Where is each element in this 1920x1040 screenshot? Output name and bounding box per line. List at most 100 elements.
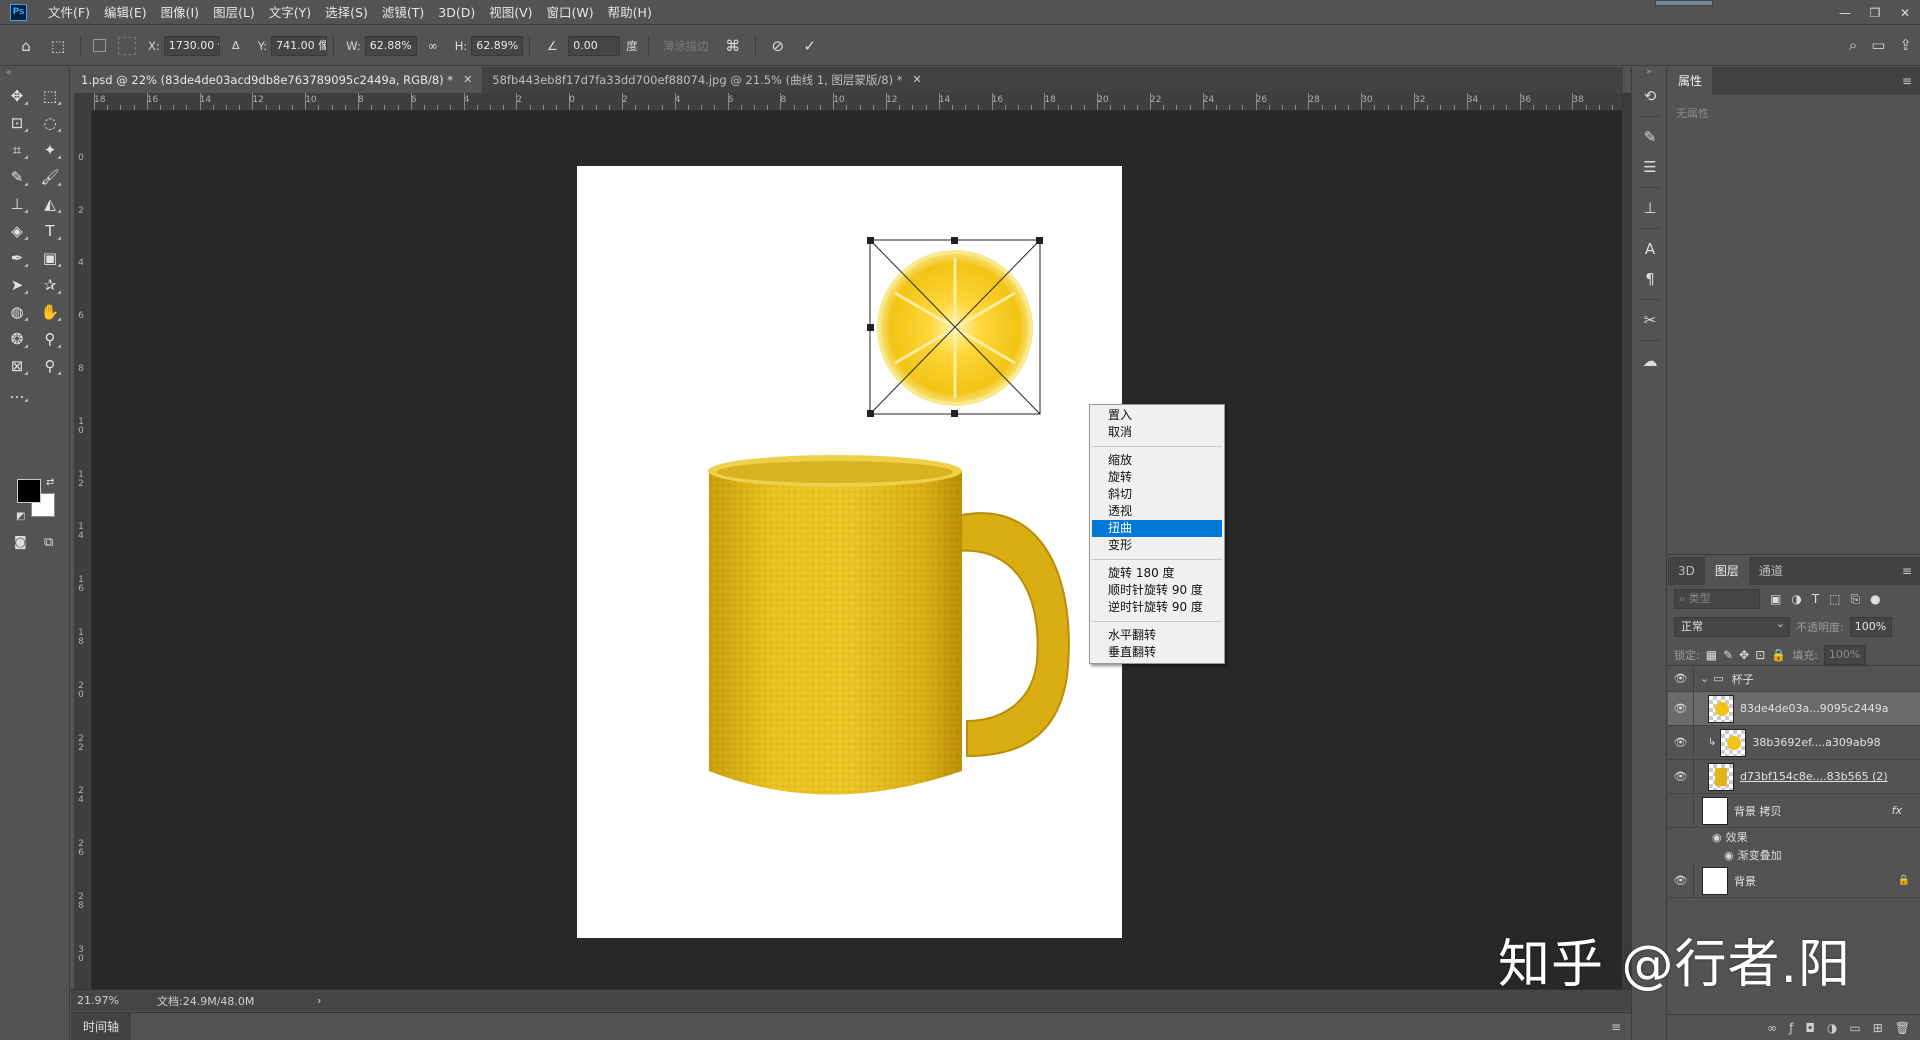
lock-position-icon[interactable]: ✥ [1739,648,1749,662]
opacity-input[interactable]: 100% [1849,617,1892,637]
canvas-workspace[interactable]: 置入 取消 缩放 旋转 斜切 透视 扭曲 变形 旋转 180 度 顺时针旋转 9… [92,111,1622,989]
filter-toggle-icon[interactable]: ● [1870,592,1880,606]
visibility-eye-icon[interactable]: 👁 [1668,692,1694,725]
width-input[interactable]: 62.88% [364,35,417,56]
close-button[interactable]: ✕ [1890,0,1920,25]
y-input[interactable]: 741.00 像 [271,35,328,56]
panel-menu-icon[interactable]: ≡ [1611,1020,1621,1034]
menu-3d[interactable]: 3D(D) [431,0,482,25]
angle-input[interactable]: 0.00 [568,35,621,56]
menu-item-scale[interactable]: 缩放 [1090,452,1224,469]
fill-input[interactable]: 100% [1823,645,1866,665]
character-icon[interactable]: A [1632,234,1668,264]
type-filter-icon[interactable]: T [1812,592,1819,606]
blend-mode-select[interactable]: 正常 [1674,615,1790,637]
panel-menu-icon[interactable]: ≡ [1902,564,1912,578]
menu-item-rotate-ccw[interactable]: 逆时针旋转 90 度 [1090,599,1224,616]
layer-row[interactable]: 👁 d73bf154c8e....83b565 (2) [1668,760,1920,794]
paragraph-icon[interactable]: ¶ [1632,264,1668,294]
frame-tool-icon[interactable]: ⊠ [4,355,30,377]
menu-item-rotate-cw[interactable]: 顺时针旋转 90 度 [1090,582,1224,599]
minimize-button[interactable]: — [1830,0,1860,25]
layer-name[interactable]: 背景 拷贝 [1734,803,1782,819]
adjustment-filter-icon[interactable]: ◑ [1791,592,1801,606]
visibility-eye-icon[interactable]: 👁 [1668,726,1694,759]
move-tool-icon[interactable]: ✥ [4,85,30,107]
pixel-filter-icon[interactable]: ▣ [1770,592,1781,606]
menu-item-perspective[interactable]: 透视 [1090,503,1224,520]
menu-view[interactable]: 视图(V) [482,0,539,25]
doc-tab-1[interactable]: 1.psd @ 22% (83de4de03acd9db8e763789095c… [71,67,483,93]
quick-mask-icon[interactable]: ◙ [14,535,27,550]
layer-group-row[interactable]: 👁 ⌄ ▭ 杯子 [1668,666,1920,692]
sponge-tool-icon[interactable]: ⚲ [37,328,63,350]
path-select-tool-icon[interactable]: ➤ [4,274,30,296]
warp-mode-icon[interactable]: ⌘ [723,36,743,56]
more-tools-icon[interactable]: … [4,382,30,404]
menu-select[interactable]: 选择(S) [318,0,375,25]
layer-filter-search[interactable]: ⌕ 类型 [1674,589,1760,609]
eraser-tool-icon[interactable]: ◭ [37,193,63,215]
tab-layers[interactable]: 图层 [1704,557,1749,585]
reference-point-checkbox[interactable] [93,39,106,52]
menu-window[interactable]: 窗口(W) [540,0,601,25]
screen-mode-icon[interactable]: ⧉ [44,535,53,550]
brush-tool-icon[interactable]: 🖌 [37,166,63,188]
lock-all-icon[interactable]: 🔒 [1771,648,1786,662]
menu-item-warp[interactable]: 变形 [1090,537,1224,554]
new-adjustment-icon[interactable]: ◑ [1827,1021,1837,1035]
vertical-scrollbar[interactable] [1622,93,1631,989]
menu-layer[interactable]: 图层(L) [206,0,262,25]
link-icon[interactable]: ∞ [423,36,443,56]
3d-rotate-tool-icon[interactable]: ❂ [4,328,30,350]
layer-name[interactable]: 83de4de03a...9095c2449a [1740,702,1889,715]
timeline-tab[interactable]: 时间轴 [71,1012,132,1040]
foreground-color-swatch[interactable] [17,479,41,503]
commit-transform-icon[interactable]: ✓ [800,36,820,56]
brush-settings-icon[interactable]: ✎ [1632,122,1668,152]
clone-source-icon[interactable]: ⊥ [1632,193,1668,223]
new-group-icon[interactable]: ▭ [1849,1021,1860,1035]
effect-eye-icon[interactable]: ◉ [1724,849,1734,862]
menu-item-rotate-180[interactable]: 旋转 180 度 [1090,565,1224,582]
menu-edit[interactable]: 编辑(E) [97,0,154,25]
document-canvas[interactable] [577,166,1122,938]
effects-row[interactable]: ◉ 效果 [1668,828,1920,846]
close-tab-icon[interactable]: ✕ [913,67,922,93]
collapse-icon[interactable]: « [0,67,69,79]
home-icon[interactable]: ⌂ [16,36,36,56]
shape-filter-icon[interactable]: ⬚ [1829,592,1840,606]
doc-tab-2[interactable]: 58fb443eb8f17d7fa33dd700ef88074.jpg @ 21… [482,67,932,93]
add-mask-icon[interactable]: ◘ [1805,1021,1815,1035]
layer-row[interactable]: 👁 背景 拷贝 fx [1668,794,1920,828]
marquee-tool-icon[interactable]: ⬚ [37,85,63,107]
adjustments-icon[interactable]: ☰ [1632,152,1668,182]
blur-tool-icon[interactable]: ◍ [4,301,30,323]
restore-button[interactable]: ❐ [1860,0,1890,25]
menu-item-cancel[interactable]: 取消 [1090,424,1224,441]
bucket-tool-icon[interactable]: ◈ [4,220,30,242]
hand-tool-icon[interactable]: ✋ [37,301,63,323]
zoom-level[interactable]: 21.97% [77,994,137,1007]
layer-name[interactable]: 背景 [1734,873,1756,889]
menu-item-skew[interactable]: 斜切 [1090,486,1224,503]
menu-filter[interactable]: 滤镜(T) [375,0,431,25]
zoom-tool-icon[interactable]: ⚲ [37,355,63,377]
menu-item-rotate[interactable]: 旋转 [1090,469,1224,486]
tab-channels[interactable]: 通道 [1749,557,1793,585]
visibility-eye-icon[interactable]: 👁 [1668,794,1694,827]
history-icon[interactable]: ⟲ [1632,81,1668,111]
cancel-transform-icon[interactable]: ⊘ [768,36,788,56]
share-icon[interactable]: ⇪ [1899,36,1912,54]
panel-menu-icon[interactable]: ≡ [1902,74,1912,88]
swap-colors-icon[interactable]: ⇄ [46,477,54,488]
reference-point-icon[interactable]: ⬚ [48,36,68,56]
stamp-tool-icon[interactable]: ⊥ [4,193,30,215]
fx-badge[interactable]: fx [1892,804,1902,817]
layer-name[interactable]: 38b3692ef....a309ab98 [1752,736,1880,749]
crop-tool-icon[interactable]: ⌗ [4,139,30,161]
shape-tool-icon[interactable]: ✰ [37,274,63,296]
type-tool-icon[interactable]: T [37,220,63,242]
lock-artboard-icon[interactable]: ⊡ [1755,648,1765,662]
menu-file[interactable]: 文件(F) [41,0,97,25]
